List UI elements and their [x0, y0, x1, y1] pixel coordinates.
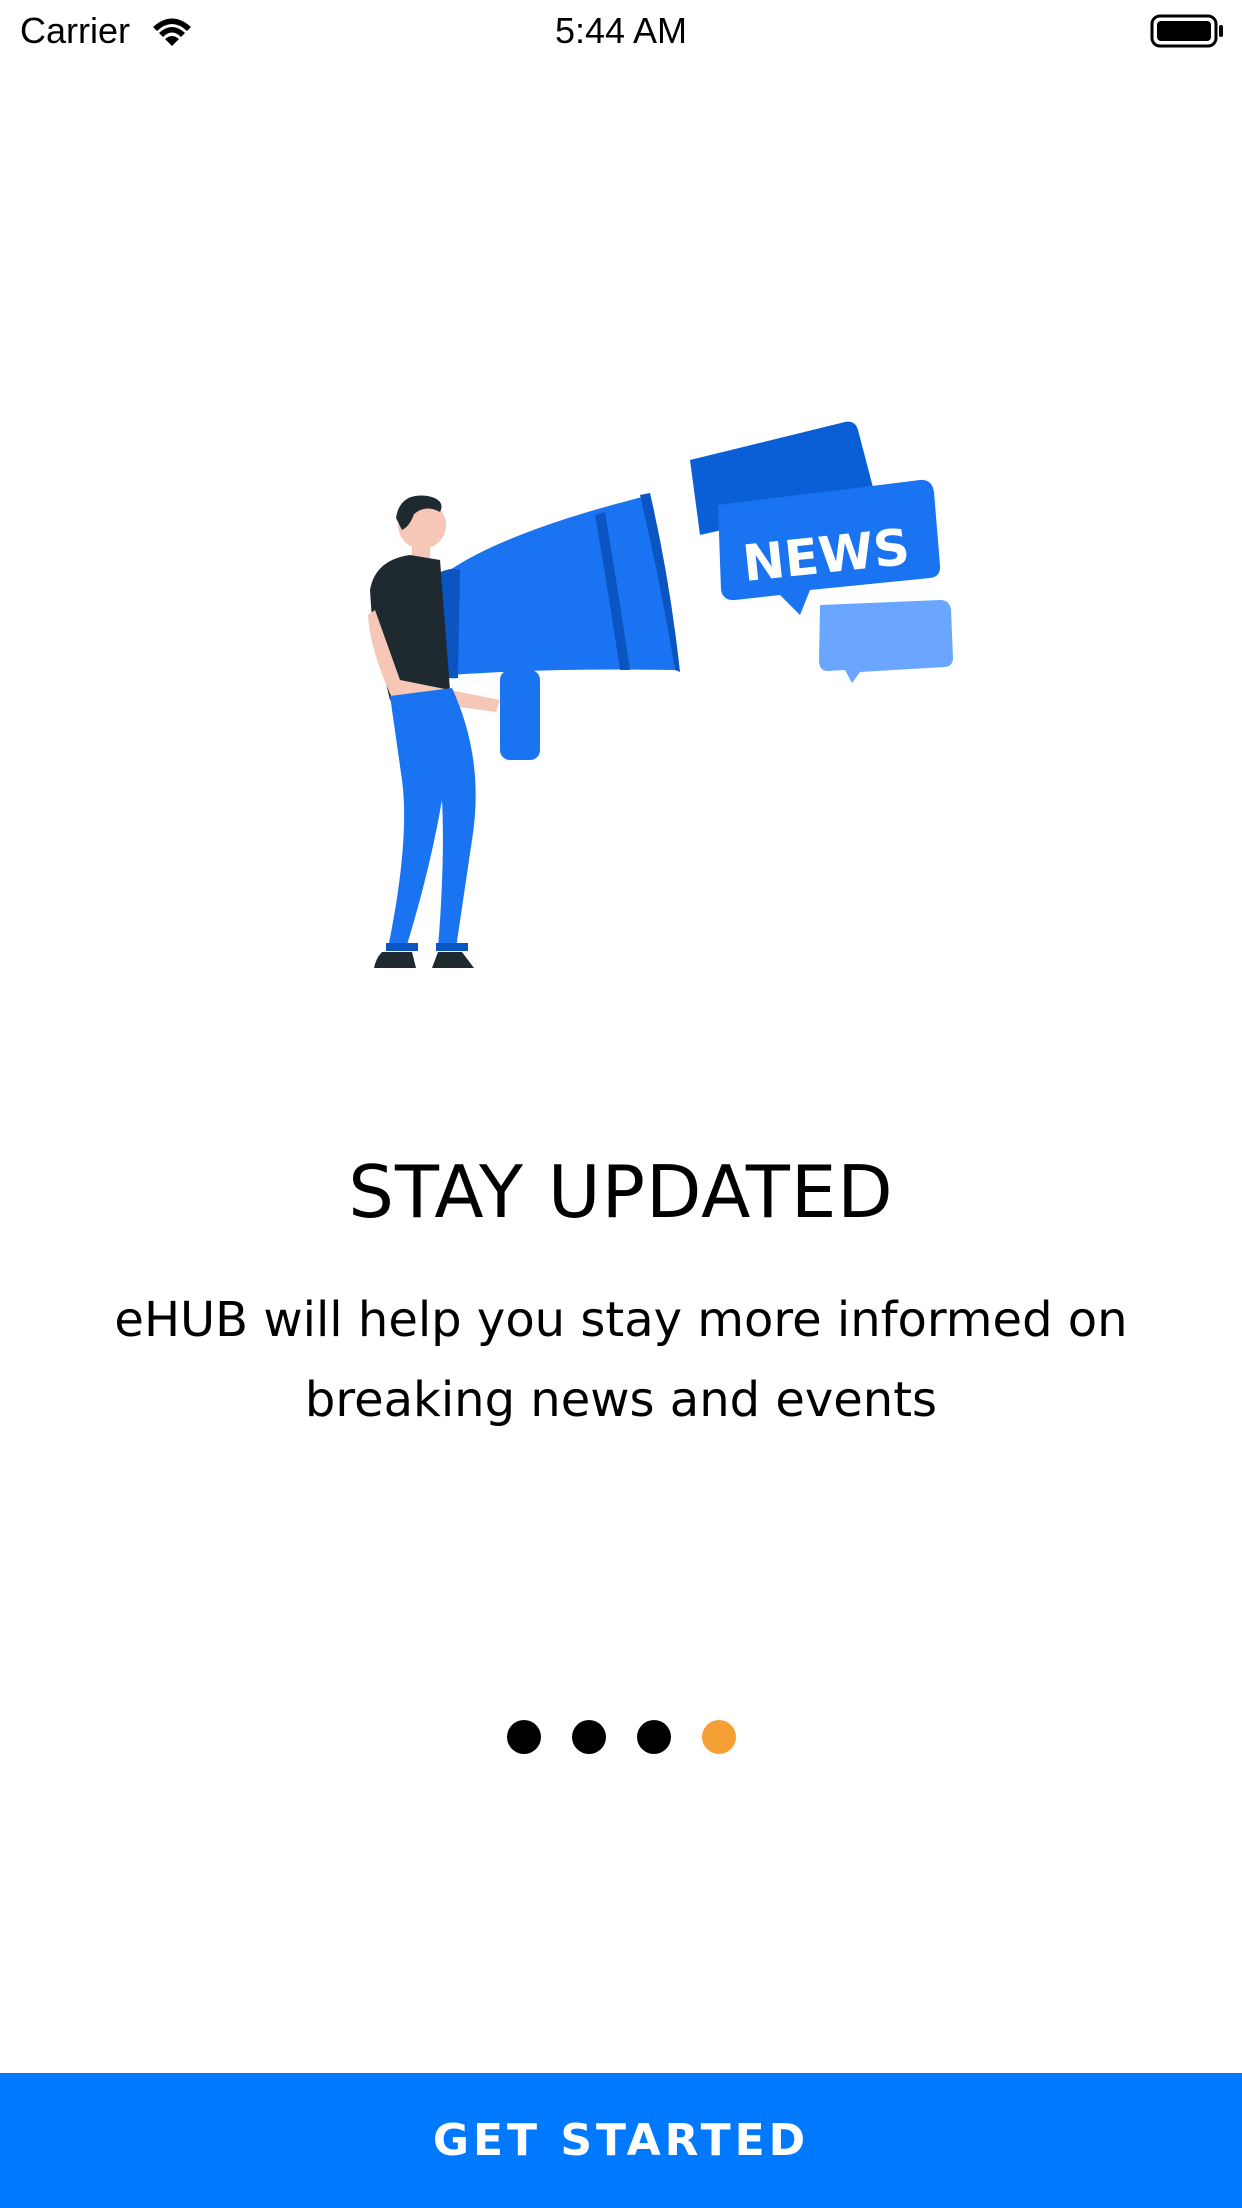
person-with-megaphone-illustration: NEWS [368, 421, 953, 968]
page-dot-4-active[interactable] [701, 1720, 736, 1754]
page-indicator[interactable] [0, 1720, 1242, 1754]
onboarding-description: eHUB will help you stay more informed on… [114, 1292, 1128, 1428]
page-dot-1[interactable] [506, 1720, 541, 1754]
status-bar: Carrier 5:44 AM [0, 0, 1242, 62]
onboarding-title: STAY UPDATED [348, 1150, 894, 1234]
news-speech-bubble-icon: NEWS [690, 421, 953, 683]
get-started-button[interactable]: GET STARTED [0, 2073, 1242, 2208]
page-dot-3[interactable] [636, 1720, 671, 1754]
page-dot-2[interactable] [571, 1720, 606, 1754]
clock-time: 5:44 AM [554, 10, 688, 51]
battery-icon [1150, 14, 1223, 48]
